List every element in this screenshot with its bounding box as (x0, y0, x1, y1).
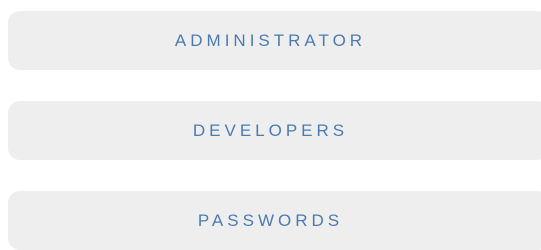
administrator-button[interactable]: ADMINISTRATOR (8, 11, 541, 70)
developers-button[interactable]: DEVELOPERS (8, 101, 541, 160)
administrator-button-label: ADMINISTRATOR (174, 31, 367, 50)
developers-button-label: DEVELOPERS (192, 121, 349, 140)
menu-list: ADMINISTRATOR DEVELOPERS PASSWORDS (0, 0, 541, 250)
passwords-button[interactable]: PASSWORDS (8, 191, 541, 250)
passwords-button-label: PASSWORDS (197, 211, 344, 230)
